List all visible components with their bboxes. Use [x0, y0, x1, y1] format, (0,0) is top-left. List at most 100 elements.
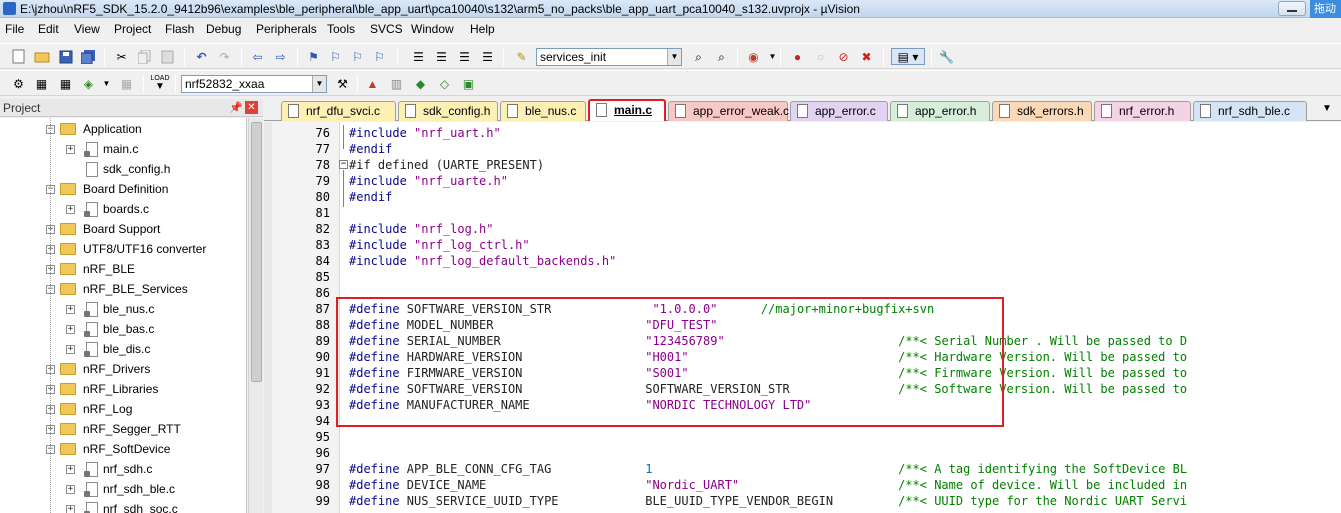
batch-build-icon[interactable]: ◈: [80, 75, 97, 92]
tree-file[interactable]: + main.c: [0, 140, 246, 160]
indent-icon[interactable]: ☰: [410, 48, 427, 65]
menu-window[interactable]: Window: [411, 22, 454, 36]
tab-app-error-c[interactable]: app_error.c: [790, 101, 888, 121]
menu-debug[interactable]: Debug: [206, 22, 241, 36]
expand-icon[interactable]: +: [66, 325, 75, 334]
code-line[interactable]: #define FIRMWARE_VERSION "S001" /**< Fir…: [349, 365, 1187, 381]
copy-icon[interactable]: [136, 48, 153, 65]
tree-folder[interactable]: − nRF_SoftDevice: [0, 440, 246, 460]
function-combo[interactable]: services_init ▼: [536, 48, 682, 66]
code-line[interactable]: #include "nrf_log_ctrl.h": [349, 237, 530, 253]
find-icon[interactable]: ⌕: [690, 48, 707, 65]
load-download-icon[interactable]: LOAD ▼: [150, 75, 170, 92]
comment-icon[interactable]: ☰: [456, 48, 473, 65]
tab-app-error-weak-c[interactable]: app_error_weak.c: [668, 101, 789, 121]
tree-folder[interactable]: + nRF_BLE: [0, 260, 246, 280]
bookmark-icon[interactable]: ⚑: [305, 48, 322, 65]
next-bookmark-icon[interactable]: ⚐: [349, 48, 366, 65]
menu-svcs[interactable]: SVCS: [370, 22, 403, 36]
tree-folder[interactable]: + nRF_Drivers: [0, 360, 246, 380]
minimize-button[interactable]: [1278, 1, 1306, 16]
tree-folder[interactable]: + UTF8/UTF16 converter: [0, 240, 246, 260]
tab-nrf-sdh-ble-c[interactable]: nrf_sdh_ble.c: [1193, 101, 1307, 121]
chevron-down-icon[interactable]: ▼: [667, 49, 681, 65]
open-folder-icon[interactable]: [33, 48, 50, 65]
tab-ble-nus-c[interactable]: ble_nus.c: [500, 101, 586, 121]
kill-all-breakpoints-icon[interactable]: ✖: [858, 48, 875, 65]
tree-folder[interactable]: − nRF_BLE_Services: [0, 280, 246, 300]
tree-folder[interactable]: − Board Definition: [0, 180, 246, 200]
target-options-icon[interactable]: ⚒: [334, 75, 351, 92]
menu-view[interactable]: View: [74, 22, 100, 36]
chevron-down-icon[interactable]: ▼: [98, 75, 115, 92]
code-line[interactable]: #define APP_BLE_CONN_CFG_TAG 1 /**< A ta…: [349, 461, 1187, 477]
code-line[interactable]: #define SOFTWARE_VERSION_STR "1.0.0.0" /…: [349, 301, 934, 317]
save-all-icon[interactable]: [80, 48, 97, 65]
tree-file[interactable]: + ble_nus.c: [0, 300, 246, 320]
tree-file[interactable]: + nrf_sdh_ble.c: [0, 480, 246, 500]
code-line[interactable]: #include "nrf_uarte.h": [349, 173, 508, 189]
tab-app-error-h[interactable]: app_error.h: [890, 101, 990, 121]
tab-nrf-dfu-svci-c[interactable]: nrf_dfu_svci.c: [281, 101, 396, 121]
code-line[interactable]: #define HARDWARE_VERSION "H001" /**< Har…: [349, 349, 1187, 365]
code-line[interactable]: #include "nrf_uart.h": [349, 125, 501, 141]
project-tree-scrollbar[interactable]: [248, 118, 263, 513]
manage-project-items-icon[interactable]: ▲: [364, 75, 381, 92]
tab-list-menu-icon[interactable]: ▼: [1322, 103, 1332, 114]
code-line[interactable]: #define SOFTWARE_VERSION SOFTWARE_VERSIO…: [349, 381, 1187, 397]
tree-folder[interactable]: + nRF_Segger_RTT: [0, 420, 246, 440]
prev-bookmark-icon[interactable]: ⚐: [327, 48, 344, 65]
code-line[interactable]: #define DEVICE_NAME "Nordic_UART" /**< N…: [349, 477, 1187, 493]
tree-folder[interactable]: + Board Support: [0, 220, 246, 240]
menu-tools[interactable]: Tools: [327, 22, 355, 36]
breakpoint-icon[interactable]: ●: [789, 48, 806, 65]
select-software-packs-icon[interactable]: ▣: [460, 75, 477, 92]
tree-file[interactable]: + nrf_sdh_soc.c: [0, 500, 246, 513]
chevron-down-icon[interactable]: ▼: [764, 48, 781, 65]
tree-file[interactable]: + boards.c: [0, 200, 246, 220]
code-line[interactable]: #include "nrf_log_default_backends.h": [349, 253, 616, 269]
disable-all-breakpoints-icon[interactable]: ⊘: [835, 48, 852, 65]
redo-icon[interactable]: ↷: [216, 48, 233, 65]
expand-icon[interactable]: +: [66, 305, 75, 314]
scrollbar-thumb[interactable]: [251, 122, 262, 382]
window-layout-icon[interactable]: ▤ ▾: [891, 48, 925, 65]
menu-file[interactable]: File: [5, 22, 24, 36]
tree-file[interactable]: sdk_config.h: [0, 160, 246, 180]
undo-icon[interactable]: ↶: [193, 48, 210, 65]
manage-multi-project-icon[interactable]: ▥: [388, 75, 405, 92]
run-time-environment-icon[interactable]: ◆: [412, 75, 429, 92]
expand-icon[interactable]: +: [66, 205, 75, 214]
code-line[interactable]: #if defined (UARTE_PRESENT): [349, 157, 544, 173]
tab-sdk-config-h[interactable]: sdk_config.h: [398, 101, 498, 121]
tree-file[interactable]: + nrf_sdh.c: [0, 460, 246, 480]
code-editor[interactable]: 76 #include "nrf_uart.h" 77 #endif 78 #if def…: [264, 122, 1341, 513]
pin-icon[interactable]: 📌: [229, 101, 243, 114]
tab-main-c[interactable]: main.c: [588, 99, 666, 121]
pack-installer-icon[interactable]: ◇: [436, 75, 453, 92]
stop-build-icon[interactable]: ▦: [118, 75, 135, 92]
uncomment-icon[interactable]: ☰: [479, 48, 496, 65]
menu-help[interactable]: Help: [470, 22, 495, 36]
code-line[interactable]: #define NUS_SERVICE_UUID_TYPE BLE_UUID_T…: [349, 493, 1187, 509]
clear-bookmarks-icon[interactable]: ⚐: [371, 48, 388, 65]
unindent-icon[interactable]: ☰: [433, 48, 450, 65]
find-in-files-icon[interactable]: ✎: [513, 48, 530, 65]
code-line[interactable]: #define MODEL_NUMBER "DFU_TEST": [349, 317, 717, 333]
tree-file[interactable]: + ble_dis.c: [0, 340, 246, 360]
code-line[interactable]: #endif: [349, 189, 392, 205]
expand-icon[interactable]: +: [66, 145, 75, 154]
menu-edit[interactable]: Edit: [38, 22, 59, 36]
tab-nrf-error-h[interactable]: nrf_error.h: [1094, 101, 1191, 121]
build-icon[interactable]: ▦: [33, 75, 50, 92]
expand-icon[interactable]: +: [66, 485, 75, 494]
menu-project[interactable]: Project: [114, 22, 151, 36]
code-line[interactable]: #define MANUFACTURER_NAME "NORDIC TECHNO…: [349, 397, 811, 413]
cut-icon[interactable]: ✂: [113, 48, 130, 65]
translate-icon[interactable]: ⚙: [10, 75, 27, 92]
incremental-find-icon[interactable]: ⌕: [713, 48, 730, 65]
rebuild-icon[interactable]: ▦: [57, 75, 74, 92]
expand-icon[interactable]: +: [66, 465, 75, 474]
new-file-icon[interactable]: [10, 48, 27, 65]
cloud-drag-widget[interactable]: 拖动: [1310, 0, 1341, 18]
